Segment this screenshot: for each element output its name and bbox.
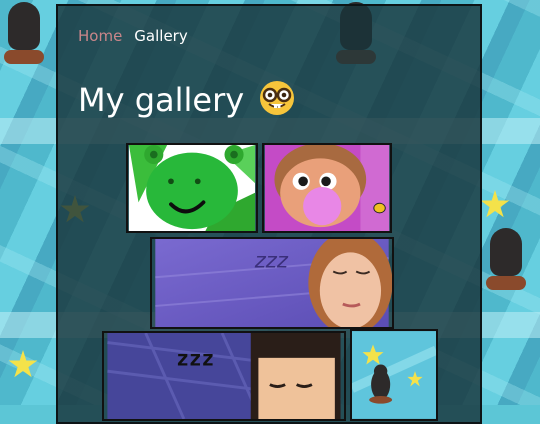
- page-title: My gallery: [78, 79, 296, 125]
- page-title-text: My gallery: [78, 81, 245, 119]
- content-panel: Home Gallery My gallery zzz zzz: [56, 4, 482, 424]
- breadcrumb-home-link[interactable]: Home: [78, 27, 122, 45]
- green-alien-drawing: [128, 145, 256, 231]
- breadcrumb: Home Gallery: [78, 27, 188, 45]
- gallery-item[interactable]: [126, 143, 258, 233]
- nerd-face-icon: [258, 79, 296, 125]
- mole-with-stars-drawing: [352, 331, 436, 419]
- bubblegum-boy-drawing: [264, 145, 390, 231]
- gallery-item[interactable]: [262, 143, 392, 233]
- zzz-caption: zzz: [254, 248, 289, 273]
- gallery-item[interactable]: [350, 329, 438, 421]
- mole-decoration: [486, 220, 526, 290]
- zzz-caption: zzz: [176, 345, 214, 370]
- gallery-item[interactable]: zzz: [102, 331, 346, 421]
- breadcrumb-current: Gallery: [134, 27, 188, 45]
- sleeping-woman-drawing: zzz: [155, 239, 392, 327]
- mole-decoration: [4, 0, 44, 64]
- gallery-item[interactable]: zzz: [150, 237, 394, 329]
- sleeping-boy-pixel-drawing: zzz: [107, 333, 341, 419]
